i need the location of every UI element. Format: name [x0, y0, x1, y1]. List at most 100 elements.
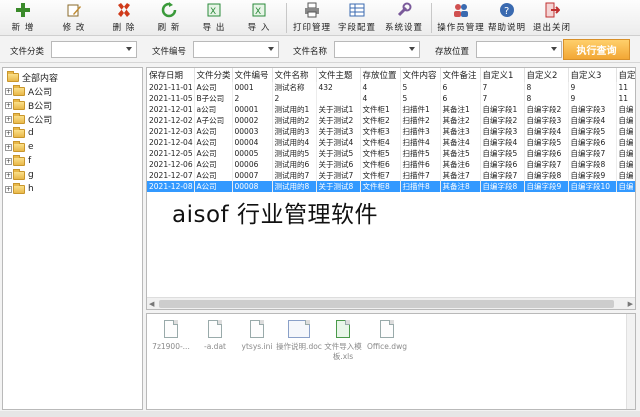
file-item[interactable]: 7z1900-... — [149, 320, 193, 352]
table-cell: 432 — [316, 82, 361, 93]
toolbar-separator — [431, 3, 432, 33]
expand-icon[interactable]: + — [5, 143, 12, 151]
table-row[interactable]: 2021-12-07 A公司 00007 测试用的7 关于测试7 文件柜7 扫描件7 其备注7… — [147, 170, 635, 181]
table-cell: 测试用的6 — [272, 159, 317, 170]
column-header[interactable]: 文件内容 — [400, 68, 441, 82]
column-header[interactable]: 自定 — [616, 68, 635, 82]
file-item[interactable]: 操作说明.doc — [276, 320, 322, 352]
number-select[interactable] — [193, 41, 279, 58]
location-select[interactable] — [476, 41, 562, 58]
table-row[interactable]: 2021-12-04 A公司 00004 测试用的4 关于测试4 文件柜4 扫描件4 其备注4… — [147, 137, 635, 148]
table-row[interactable]: 2021-12-08 A公司 00008 测试用的8 关于测试8 文件柜8 扫描件8 其备注8… — [147, 181, 635, 192]
file-item[interactable]: -a.dat — [193, 320, 237, 352]
execute-query-button[interactable]: 执行查询 — [563, 39, 630, 60]
expand-icon[interactable]: + — [5, 185, 12, 193]
svg-text:X: X — [255, 7, 261, 17]
tree-node[interactable]: + g — [5, 168, 34, 182]
name-select[interactable] — [334, 41, 420, 58]
refresh-icon — [161, 2, 177, 18]
table-cell: 文件柜4 — [360, 137, 401, 148]
svg-text:X: X — [210, 7, 216, 17]
table-row[interactable]: 2021-12-01 a公司 00001 测试用的1 关于测试1 文件柜1 扫描件1 其备注1… — [147, 104, 635, 115]
export-button[interactable]: X 导 出 — [192, 0, 236, 35]
edit-button[interactable]: 修 改 — [46, 0, 102, 35]
column-header[interactable]: 文件备注 — [440, 68, 481, 82]
import-button[interactable]: X 导 入 — [236, 0, 282, 35]
horizontal-scrollbar[interactable]: ◀ ▶ — [147, 297, 635, 309]
tree-node[interactable]: + C公司 — [5, 112, 52, 126]
scroll-left-icon[interactable]: ◀ — [149, 300, 154, 308]
table-cell: 00001 — [232, 104, 273, 115]
field-config-button[interactable]: 字段配置 — [333, 0, 381, 35]
table-cell: 自编字段2 — [524, 104, 569, 115]
expand-icon[interactable]: + — [5, 87, 12, 95]
category-label: 文件分类 — [10, 47, 45, 57]
column-header[interactable]: 文件分类 — [194, 68, 233, 82]
table-cell: 扫描件6 — [400, 159, 441, 170]
column-header[interactable]: 自定义1 — [480, 68, 525, 82]
print-manage-button[interactable]: 打印管理 — [291, 0, 333, 35]
operator-manage-button[interactable]: 操作员管理 — [436, 0, 486, 35]
table-cell: 自编字段1 — [480, 104, 525, 115]
column-header[interactable]: 文件名称 — [272, 68, 317, 82]
table-cell: 其备注6 — [440, 159, 481, 170]
scrollbar-thumb[interactable] — [159, 300, 614, 308]
column-header[interactable]: 保存日期 — [147, 68, 195, 82]
table-row[interactable]: 2021-12-06 A公司 00006 测试用的6 关于测试6 文件柜6 扫描件6 其备注6… — [147, 159, 635, 170]
table-cell: 自编字段4 — [568, 115, 617, 126]
tree-node[interactable]: + h — [5, 182, 34, 196]
table-cell: 自编字段3 — [524, 115, 569, 126]
table-row[interactable]: 2021-11-01 A公司 0001 测试名称 432 4 5 6 7 8 9 11 — [147, 82, 635, 93]
table-cell: 0001 — [232, 82, 273, 93]
column-header[interactable]: 存放位置 — [360, 68, 401, 82]
table-row[interactable]: 2021-12-03 A公司 00003 测试用的3 关于测试3 文件柜3 扫描件3 其备注3… — [147, 126, 635, 137]
table-cell: 11 — [616, 93, 635, 104]
system-settings-button[interactable]: 系统设置 — [381, 0, 427, 35]
table-row[interactable]: 2021-12-02 A子公司 00002 测试用的2 关于测试2 文件柜2 扫描件2 其备注… — [147, 115, 635, 126]
expand-icon[interactable]: + — [5, 101, 12, 109]
expand-icon[interactable]: + — [5, 171, 12, 179]
records-grid: 保存日期 文件分类 文件编号 文件名称 文件主题 存放位置 文件内容 文件备注 自定义1 自定义2… — [146, 67, 636, 310]
records-table: 保存日期 文件分类 文件编号 文件名称 文件主题 存放位置 文件内容 文件备注 自定义1 自定义2… — [147, 68, 635, 192]
tree-node[interactable]: + A公司 — [5, 84, 52, 98]
tree-node[interactable]: + B公司 — [5, 98, 52, 112]
table-cell: 5 — [400, 93, 441, 104]
expand-icon[interactable]: + — [5, 115, 12, 123]
tree-node[interactable]: + f — [5, 154, 31, 168]
table-cell: 扫描件5 — [400, 148, 441, 159]
category-tree: 全部内容 + A公司 + B公司 + C公司 + d + e + f + g + h — [2, 67, 143, 410]
table-cell: 自编字段8 — [568, 159, 617, 170]
vertical-scrollbar[interactable] — [626, 314, 635, 409]
column-header[interactable]: 文件编号 — [232, 68, 273, 82]
expand-icon[interactable]: + — [5, 157, 12, 165]
category-select[interactable] — [51, 41, 137, 58]
column-header[interactable]: 文件主题 — [316, 68, 361, 82]
number-label: 文件编号 — [152, 47, 187, 57]
delete-button[interactable]: 删 除 — [102, 0, 146, 35]
column-header[interactable]: 自定义2 — [524, 68, 569, 82]
tree-root[interactable]: 全部内容 — [7, 70, 58, 84]
table-row[interactable]: 2021-12-05 A公司 00005 测试用的5 关于测试5 文件柜5 扫描件5 其备注5… — [147, 148, 635, 159]
refresh-button[interactable]: 刷 新 — [146, 0, 192, 35]
add-button[interactable]: 新 增 — [0, 0, 46, 35]
help-button[interactable]: ? 帮助说明 — [486, 0, 528, 35]
column-header[interactable]: 自定义3 — [568, 68, 617, 82]
table-cell: 关于测试6 — [316, 159, 361, 170]
expand-icon[interactable]: + — [5, 129, 12, 137]
table-cell: 00005 — [232, 148, 273, 159]
table-cell: 扫描件4 — [400, 137, 441, 148]
table-cell: 自编字段7 — [480, 170, 525, 181]
table-cell: 自编字段6 — [568, 137, 617, 148]
file-item[interactable]: ytsys.ini — [235, 320, 279, 352]
filter-bar: 文件分类 文件编号 文件名称 存放位置 执行查询 — [0, 37, 640, 63]
file-item[interactable]: 文件导入模板.xls — [321, 320, 365, 362]
file-item[interactable]: Office.dwg — [365, 320, 409, 352]
table-cell: 7 — [480, 93, 525, 104]
folder-icon — [13, 168, 25, 180]
file-icon — [164, 320, 178, 338]
exit-button[interactable]: 退出关闭 — [528, 0, 576, 35]
tree-node[interactable]: + d — [5, 126, 34, 140]
table-row[interactable]: 2021-11-05 B子公司 2 2 4 5 6 7 8 9 11 — [147, 93, 635, 104]
tree-node[interactable]: + e — [5, 140, 34, 154]
scroll-right-icon[interactable]: ▶ — [628, 300, 633, 308]
